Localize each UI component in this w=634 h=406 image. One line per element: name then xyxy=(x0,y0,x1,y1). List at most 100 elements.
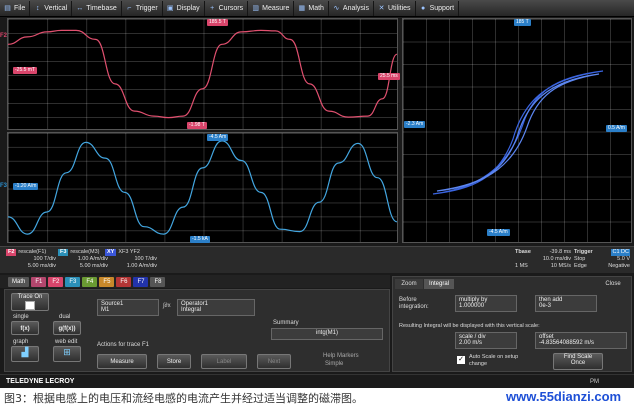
series-line-f3 xyxy=(8,140,397,235)
f3-left-marker: -1.20 A/m xyxy=(13,183,39,190)
func-tab-f1[interactable]: F1 xyxy=(31,276,47,287)
func-tab-f6[interactable]: F6 xyxy=(116,276,132,287)
then-add-field[interactable]: then add 0e-3 xyxy=(535,295,597,312)
waveform-grid-f2[interactable] xyxy=(7,18,398,130)
f2-right-marker: 25.5 ms xyxy=(378,73,400,80)
scale-div-field[interactable]: scale / div 2.00 m/s xyxy=(455,332,517,349)
trace-descriptor-f2[interactable]: F2 rescale(F1) 100 T/div 5.00 ms/div xyxy=(6,249,56,272)
measure-action-button[interactable]: Measure xyxy=(97,354,147,369)
footer-bar: TELEDYNE LECROY PM xyxy=(0,374,634,388)
label-action-button[interactable]: Label xyxy=(201,354,247,369)
measure-icon: ▥ xyxy=(252,4,259,12)
tab-zoom[interactable]: Zoom xyxy=(395,279,423,289)
hysteresis-loop-plot xyxy=(432,70,604,195)
watermark: www.55dianzi.com xyxy=(506,389,622,404)
file-icon: ▤ xyxy=(4,4,11,12)
tab-integral[interactable]: Integral xyxy=(424,279,454,289)
display-icon: ▣ xyxy=(166,4,174,12)
func-tab-f7[interactable]: F7 xyxy=(133,276,149,287)
single-label: single xyxy=(13,314,29,320)
func-tab-f3[interactable]: F3 xyxy=(65,276,81,287)
f3-bottom-marker: -1.5 kA xyxy=(190,236,210,243)
f2-channel-label: F2 xyxy=(0,33,8,39)
f2-trace-plot xyxy=(8,29,397,119)
menu-file[interactable]: ▤ File xyxy=(0,0,31,16)
f2-left-marker: -25.5 mT xyxy=(13,67,38,74)
analysis-icon: ∿ xyxy=(333,4,340,12)
graph-button[interactable]: ▟ xyxy=(11,346,39,362)
auto-scale-checkbox[interactable]: ✓ xyxy=(457,356,465,364)
actions-label: Actions for trace F1 xyxy=(97,342,150,348)
menu-measure[interactable]: ▥ Measure xyxy=(248,0,295,16)
trace-descriptor-xy[interactable]: XY XF3 YF2 100 T/div 1.00 A/m/div xyxy=(105,249,157,272)
menu-display[interactable]: ▣ Display xyxy=(163,0,205,16)
cursors-icon: + xyxy=(210,4,215,12)
store-action-button[interactable]: Store xyxy=(157,354,191,369)
xy-top-marker: 185 T xyxy=(514,19,531,26)
xy-right-marker: 0.5 A/m xyxy=(606,125,627,132)
multiply-by-field[interactable]: multiply by 1.000000 xyxy=(455,295,517,312)
xy-bottom-marker: -4.5 A/m xyxy=(487,229,510,236)
menu-support[interactable]: ● Support xyxy=(416,0,460,16)
footer-time: PM xyxy=(590,379,599,385)
func-tab-f4[interactable]: F4 xyxy=(82,276,98,287)
vertical-icon: ↕ xyxy=(36,4,40,12)
dual-function-button[interactable]: g(f(x)) xyxy=(53,321,81,335)
operator1-field[interactable]: Operator1 Integral xyxy=(177,299,255,316)
offset-field[interactable]: offset -4.83564088592 m/s xyxy=(535,332,627,349)
utilities-icon: ✕ xyxy=(378,4,385,12)
func-tab-f8[interactable]: F8 xyxy=(150,276,166,287)
oscilloscope-app: ▤ File ↕ Vertical ↔ Timebase ⌐ Trigger ▣ Disp… xyxy=(0,0,634,388)
brand-logo: TELEDYNE LECROY xyxy=(6,378,75,385)
xy-hysteresis-grid[interactable] xyxy=(402,18,632,243)
f3-channel-label: F3 xyxy=(0,183,8,189)
menu-analysis[interactable]: ∿ Analysis xyxy=(329,0,374,16)
find-scale-button[interactable]: Find Scale Once xyxy=(553,353,603,370)
graph-label: graph xyxy=(13,339,29,345)
single-function-button[interactable]: f(x) xyxy=(11,321,39,335)
f3-trace-plot xyxy=(8,140,397,235)
f2-top-marker: 185.5 T xyxy=(207,19,228,26)
f3-top-marker: -4.5 Am xyxy=(207,134,229,141)
menu-cursors[interactable]: + Cursors xyxy=(205,0,249,16)
math-function-tabs: Math F1 F2 F3 F4 F5 F6 F7 F8 xyxy=(0,275,390,288)
menu-math[interactable]: ▦ Math xyxy=(294,0,329,16)
web-edit-icon: ⊞ xyxy=(63,347,71,357)
func-tab-math[interactable]: Math xyxy=(8,276,30,287)
series-line-f2 xyxy=(8,29,397,119)
hysteresis-loop-inner xyxy=(436,73,600,192)
help-markers-label[interactable]: Help Markers xyxy=(323,353,359,359)
timebase-icon: ↔ xyxy=(76,4,84,12)
func-tab-f5[interactable]: F5 xyxy=(99,276,115,287)
menu-trigger[interactable]: ⌐ Trigger xyxy=(122,0,163,16)
result-scale-text: Resulting Integral will be displayed wit… xyxy=(399,323,540,329)
trace-descriptor-f3[interactable]: F3 rescale(M3) 1.00 A/m/div 5.00 ms/div xyxy=(58,249,108,272)
trigger-icon: ⌐ xyxy=(127,4,132,12)
figure-caption-area: 图3：根据电感上的电压和流经电感的电流产生并经过适当调整的磁滞图。 www.55… xyxy=(0,389,634,405)
simple-label[interactable]: Simple xyxy=(325,361,343,367)
waveform-grid-f3[interactable] xyxy=(7,132,398,243)
summary-label: Summary xyxy=(273,320,299,326)
menu-bar: ▤ File ↕ Vertical ↔ Timebase ⌐ Trigger ▣ Disp… xyxy=(0,0,634,17)
trace-on-toggle[interactable]: Trace On xyxy=(11,293,49,311)
math-icon: ▦ xyxy=(298,4,306,12)
trace-on-checkbox xyxy=(25,301,35,310)
menu-vertical[interactable]: ↕ Vertical xyxy=(30,0,73,16)
xy-left-marker: -2.3 Am xyxy=(404,121,426,128)
auto-scale-label: Auto Scale on setup change xyxy=(469,354,519,367)
close-button[interactable]: Close xyxy=(600,279,626,289)
integral-icon: ∫∂x xyxy=(163,303,171,309)
graph-icon: ▟ xyxy=(21,347,29,357)
math-setup-panel: Trace On single dual f(x) g(f(x)) graph … xyxy=(4,289,390,372)
menu-timebase[interactable]: ↔ Timebase xyxy=(72,0,122,16)
source1-field[interactable]: Source1 M1 xyxy=(97,299,159,316)
trigger-descriptor[interactable]: Trigger C1 DC Stop 5.0 V Edge Negative xyxy=(574,249,630,272)
timebase-descriptor[interactable]: Tbase -39.8 ms 10.0 ms/div 1 MS 10 MS/s xyxy=(515,249,571,272)
web-edit-label: web edit xyxy=(55,339,78,345)
next-action-button[interactable]: Next xyxy=(257,354,291,369)
support-icon: ● xyxy=(420,4,426,12)
func-tab-f2[interactable]: F2 xyxy=(48,276,64,287)
web-edit-button[interactable]: ⊞ xyxy=(53,346,81,362)
menu-utilities[interactable]: ✕ Utilities xyxy=(374,0,416,16)
figure-caption: 图3：根据电感上的电压和流经电感的电流产生并经过适当调整的磁滞图。 xyxy=(4,392,363,405)
